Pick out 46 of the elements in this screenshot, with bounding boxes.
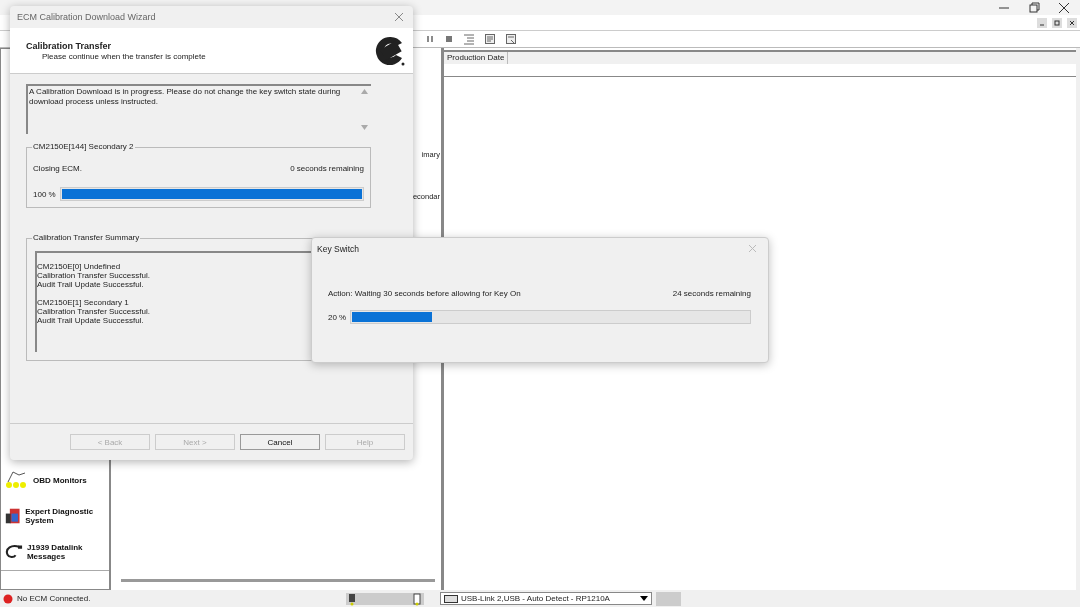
stop-icon[interactable]	[444, 34, 454, 44]
status-text: No ECM Connected.	[17, 594, 91, 603]
summary-line: CM2150E[1] Secondary 1	[37, 298, 129, 307]
scrollbar[interactable]	[121, 579, 435, 582]
percent-label: 100 %	[33, 189, 56, 199]
adapter-dropdown[interactable]: USB-Link 2,USB - Auto Detect - RP1210A	[440, 592, 652, 605]
close-icon[interactable]	[1058, 1, 1070, 14]
dialog-title: Key Switch	[317, 243, 360, 254]
connector-icon	[5, 470, 29, 490]
minimize-icon[interactable]	[1037, 17, 1047, 28]
logo-icon	[374, 34, 406, 67]
summary-line: Calibration Transfer Successful.	[37, 307, 150, 316]
status-text: Closing ECM.	[33, 164, 82, 173]
percent-label: 20 %	[328, 312, 347, 322]
scroll-up-icon[interactable]	[361, 89, 368, 94]
column-header[interactable]: Production Date	[444, 52, 509, 64]
page-subheading: Please continue when the transfer is complete	[41, 51, 206, 61]
restore-icon[interactable]	[1052, 17, 1062, 28]
action-text: Action: Waiting 30 seconds before allowing for Key On	[328, 289, 521, 298]
group-title: CM2150E[144] Secondary 2	[32, 142, 135, 151]
restore-icon[interactable]	[1028, 1, 1040, 14]
adapter-icon	[346, 591, 424, 606]
scroll-down-icon[interactable]	[361, 125, 368, 130]
document-icon[interactable]	[505, 33, 517, 45]
time-remaining: 0 seconds remaining	[290, 164, 364, 173]
summary-line: CM2150E[0] Undefined	[37, 262, 121, 271]
message-text: A Calibration Download is in progress. Please do not change the key switch state during download process unless instructed.	[29, 87, 342, 108]
sidebar-item[interactable]: Expert Diagnostic System	[25, 507, 105, 525]
summary-line: Calibration Transfer Successful.	[37, 271, 150, 280]
status-panel	[656, 591, 681, 606]
close-icon[interactable]	[1067, 17, 1077, 28]
list-icon[interactable]	[463, 33, 475, 45]
dialog-button[interactable]: Cancel	[240, 434, 320, 450]
group-title: Calibration Transfer Summary	[32, 233, 141, 242]
summary-line: Audit Trail Update Successful.	[37, 280, 144, 289]
document-icon[interactable]	[484, 33, 496, 45]
sidebar-item[interactable]: J1939 Datalink Messages	[26, 543, 105, 561]
usb-icon	[444, 594, 458, 603]
dialog-title: ECM Calibration Download Wizard	[17, 12, 156, 22]
summary-line: Audit Trail Update Successful.	[37, 316, 144, 325]
page-heading: Calibration Transfer	[26, 40, 113, 51]
pause-icon[interactable]	[425, 34, 435, 44]
time-remaining: 24 seconds remaining	[672, 289, 751, 298]
sidebar-item[interactable]: OBD Monitors	[33, 475, 87, 485]
status-dot-icon	[3, 593, 13, 604]
caret-icon	[640, 595, 648, 602]
